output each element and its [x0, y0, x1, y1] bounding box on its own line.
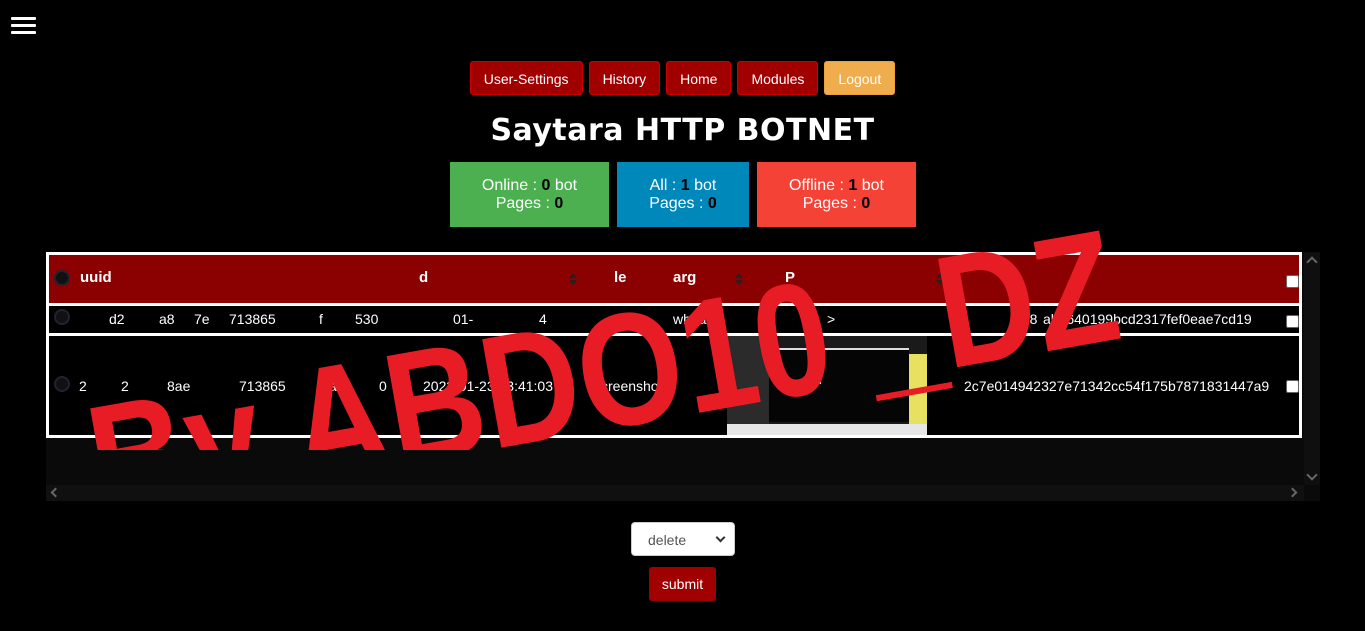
cell-col3: 7e [194, 311, 210, 327]
action-select[interactable]: delete [631, 522, 735, 556]
online-label: Online [481, 177, 529, 194]
header-arg[interactable]: arg [673, 269, 696, 286]
cell-arg: whoa [673, 311, 707, 327]
cell-col5: 0 [379, 378, 387, 394]
logout-button[interactable]: Logout [824, 61, 896, 95]
cell-col4: 713865 [229, 311, 276, 327]
row-status-icon [54, 376, 70, 392]
nav-user-settings-button[interactable]: User-Settings [469, 61, 583, 95]
cell-date: 2022-01-23 13:41:03 [423, 378, 553, 394]
cell-col1: 2 [121, 378, 129, 394]
vertical-scrollbar[interactable] [1304, 252, 1320, 485]
online-pages-label: Pages [495, 195, 542, 212]
all-pages-count: 0 [707, 195, 717, 212]
all-unit: bot [694, 177, 717, 194]
cell-col4: ab [329, 378, 345, 394]
cell-command: screenshot [594, 378, 663, 394]
offline-count: 1 [848, 177, 858, 194]
offline-label: Offline [789, 177, 835, 194]
hamburger-menu-icon[interactable] [11, 13, 36, 40]
header-row-icon [54, 270, 70, 286]
bots-table: uuid d le arg P d2 a8 7e 713865 f 530 01… [46, 252, 1302, 438]
cell-col2: a8 [159, 311, 175, 327]
cell-date-part: 4 [539, 311, 547, 327]
bots-table-container: uuid d le arg P d2 a8 7e 713865 f 530 01… [46, 252, 1320, 501]
cell-col2: 8ae [167, 378, 191, 394]
header-uuid[interactable]: uuid [80, 269, 112, 286]
row-checkbox[interactable] [1286, 380, 1299, 393]
all-pages-label: Pages [649, 195, 695, 212]
offline-pages-count: 0 [861, 195, 871, 212]
offline-stat-card: Offline : 1 bot Pages : 0 [757, 162, 916, 227]
horizontal-scrollbar[interactable] [46, 485, 1304, 501]
row-status-icon [54, 309, 70, 325]
row-checkbox[interactable] [1286, 315, 1299, 328]
nav-home-button[interactable]: Home [666, 61, 732, 95]
table-header: uuid d le arg P [49, 255, 1299, 303]
online-count: 0 [541, 177, 551, 194]
all-stat-card: All : 1 bot Pages : 0 [617, 162, 749, 227]
cell-date: 01- [453, 311, 474, 327]
nav-modules-button[interactable]: Modules [737, 61, 819, 95]
sort-icon[interactable] [569, 273, 578, 285]
page-title: Saytara HTTP BOTNET [490, 113, 875, 148]
top-nav: User-Settings History Home Modules Logou… [0, 61, 1365, 95]
cell-col1: d2 [109, 311, 125, 327]
cell-hash: ab8640199bcd2317fef0eae7cd19 [1043, 311, 1252, 327]
all-count: 1 [680, 177, 690, 194]
screenshot-thumbnail[interactable] [727, 336, 927, 435]
cell-col5: f [319, 311, 323, 327]
stats-panel: Online : 0 bot Pages : 0 All : 1 bot Pag… [450, 162, 916, 227]
table-row[interactable]: 2 2 8ae 713865 ab 0 2022-01-23 13:41:03 … [49, 333, 1299, 435]
cell-hash: 2c7e014942327e71342cc54f175b7871831447a9 [964, 378, 1270, 394]
action-select-value: delete [648, 532, 687, 548]
all-label: All [649, 177, 668, 194]
header-p[interactable]: P [785, 269, 795, 286]
online-pages-count: 0 [554, 195, 564, 212]
table-row[interactable]: d2 a8 7e 713865 f 530 01- 4 ec whoa > ee… [49, 303, 1299, 333]
chevron-down-icon [715, 532, 726, 543]
sort-icon[interactable] [936, 273, 945, 285]
nav-history-button[interactable]: History [588, 61, 661, 95]
header-le[interactable]: le [614, 269, 627, 286]
cell-col3: 713865 [239, 378, 286, 394]
offline-unit: bot [861, 177, 884, 194]
online-unit: bot [554, 177, 578, 194]
cell-col6: 530 [355, 311, 379, 327]
online-stat-card: Online : 0 bot Pages : 0 [450, 162, 609, 227]
cell-result: > [827, 311, 836, 327]
cell-id: 2 [79, 378, 87, 394]
select-all-checkbox[interactable] [1286, 275, 1299, 288]
offline-pages-label: Pages [802, 195, 849, 212]
header-d[interactable]: d [419, 269, 428, 286]
sort-icon[interactable] [735, 273, 744, 285]
submit-button[interactable]: submit [649, 567, 716, 601]
cell-hash-prefix: ee8 [1014, 311, 1038, 327]
cell-command: ec [621, 311, 636, 327]
